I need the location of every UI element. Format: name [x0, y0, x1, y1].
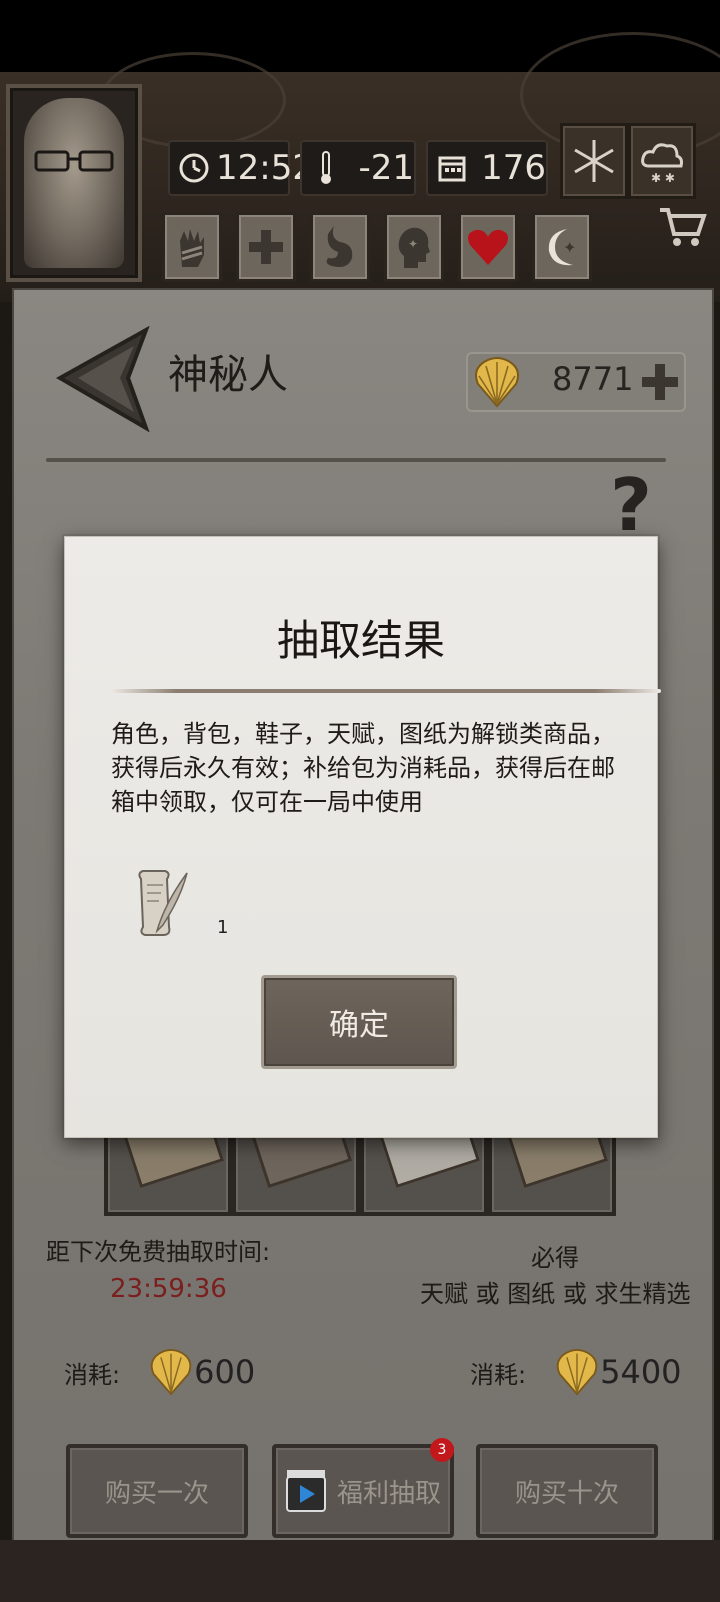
svg-text:✦: ✦: [408, 237, 418, 251]
sleep-status-button[interactable]: ✦: [532, 212, 592, 282]
single-draw-cost: 消耗: 600: [64, 1344, 255, 1400]
forecast-button[interactable]: ✱ ✱: [628, 123, 696, 199]
shell-currency-icon: [150, 1349, 192, 1396]
avatar: [24, 98, 124, 268]
buy-once-button[interactable]: 购买一次: [66, 1444, 248, 1538]
help-button[interactable]: ?: [596, 469, 666, 541]
welfare-draw-label: 福利抽取: [336, 1478, 441, 1509]
confirm-button[interactable]: 确定: [261, 975, 457, 1069]
day-text: 176: [481, 148, 546, 188]
weather-button[interactable]: [560, 123, 628, 199]
bandaged-hand-icon: [180, 229, 204, 267]
back-arrow-icon[interactable]: [54, 326, 154, 432]
health-status-button[interactable]: [236, 212, 296, 282]
svg-text:✦: ✦: [563, 238, 576, 257]
svg-text:✱ ✱: ✱ ✱: [651, 171, 675, 185]
bottom-frame: [0, 1540, 720, 1602]
currency-counter: 8771: [466, 352, 686, 412]
snow-cloud-icon: ✱ ✱: [641, 143, 683, 185]
shell-currency-icon: [475, 357, 519, 408]
cost-label: 消耗:: [470, 1360, 527, 1389]
clock-display: 12:52: [168, 140, 314, 196]
hunger-status-button[interactable]: [310, 212, 370, 282]
dialog-title: 抽取结果: [276, 616, 445, 665]
item-quantity: 1: [217, 917, 229, 938]
ten-draw-cost: 消耗: 5400: [470, 1344, 682, 1400]
scroll-quill-icon: [138, 870, 188, 936]
cost-amount: 5400: [600, 1353, 682, 1391]
notification-badge: 3: [430, 1438, 454, 1462]
calendar-icon: [436, 150, 467, 186]
character-portrait[interactable]: [6, 84, 142, 282]
thermometer-icon: [310, 150, 342, 186]
day-display: 176: [426, 140, 548, 196]
dialog-divider: [111, 689, 661, 693]
injury-status-button[interactable]: [162, 212, 222, 282]
shopping-cart-icon[interactable]: [658, 204, 708, 250]
divider: [46, 458, 666, 462]
dialog-description: 角色，背包，鞋子，天赋，图纸为解锁类商品，获得后永久有效；补给包为消耗品，获得后…: [111, 720, 615, 816]
video-ad-icon: [285, 1470, 326, 1512]
head-icon: ✦: [398, 227, 430, 268]
temperature-display: -21: [300, 140, 416, 196]
mental-status-button[interactable]: ✦: [384, 212, 444, 282]
moon-star-icon: ✦: [548, 229, 576, 266]
shell-currency-icon: [556, 1349, 598, 1396]
guarantee-title: 必得: [531, 1244, 579, 1272]
add-currency-button[interactable]: [640, 362, 680, 402]
cost-amount: 600: [194, 1353, 256, 1391]
guarantee-description: 天赋 或 图纸 或 求生精选: [420, 1280, 691, 1308]
mood-status-button[interactable]: [458, 212, 518, 282]
draw-result-dialog: 抽取结果 角色，背包，鞋子，天赋，图纸为解锁类商品，获得后永久有效；补给包为消耗…: [64, 536, 661, 1138]
free-draw-timer-label: 距下次免费抽取时间:: [46, 1238, 271, 1266]
clock-icon: [178, 150, 210, 186]
page-title: 神秘人: [168, 352, 288, 398]
glasses-icon: [34, 150, 114, 172]
currency-amount: 8771: [552, 360, 634, 398]
medical-cross-icon: [249, 230, 283, 264]
cost-label: 消耗:: [64, 1360, 121, 1389]
buy-ten-button[interactable]: 购买十次: [476, 1444, 658, 1538]
heart-icon: [468, 229, 508, 265]
stomach-icon: [326, 226, 353, 267]
snowflake-icon: [574, 140, 614, 182]
welfare-draw-button[interactable]: 福利抽取: [272, 1444, 454, 1538]
free-draw-timer: 23:59:36: [110, 1274, 227, 1304]
temperature-text: -21: [358, 148, 414, 188]
